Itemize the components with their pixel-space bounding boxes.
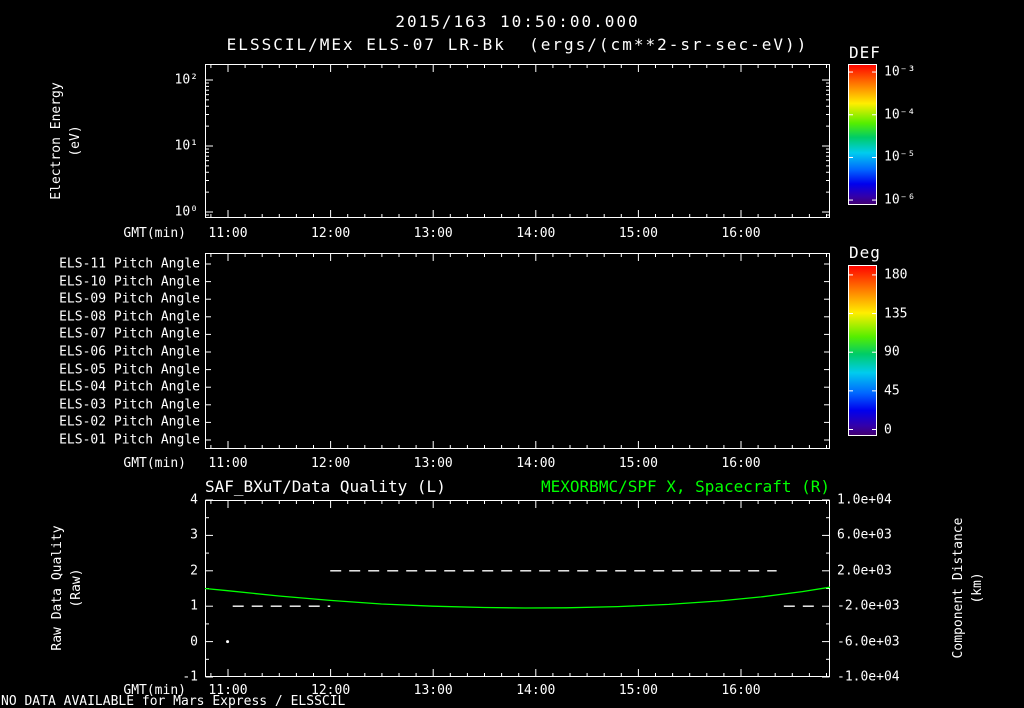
- x-tick-label: 15:00: [618, 456, 658, 471]
- time-tick-labels-1: 11:00 12:00 13:00 14:00 15:00 16:00: [205, 226, 830, 241]
- y-tick-label: 135: [884, 306, 908, 322]
- y-tick-label: 10⁻³: [884, 64, 916, 80]
- y-tick-label: 0: [190, 634, 198, 650]
- deg-colorbar-frame: [848, 265, 877, 436]
- x-tick-label: 14:00: [516, 683, 556, 698]
- y-tick-label: 90: [884, 344, 900, 360]
- y-tick-label: 2.0e+03: [837, 563, 892, 579]
- y-tick-label: 10⁻⁴: [884, 107, 916, 123]
- y-tick-label: -6.0e+03: [837, 634, 900, 650]
- x-tick-label: 13:00: [413, 226, 453, 241]
- x-tick-label: 12:00: [311, 226, 351, 241]
- gmt-axis-label-1: GMT(min): [123, 226, 186, 241]
- quality-axis-label: Raw Data Quality (Raw): [50, 525, 84, 651]
- y-tick-label: 1: [190, 598, 198, 614]
- x-tick-label: 12:00: [311, 456, 351, 471]
- right-series-title: MEXORBMC/SPF X, Spacecraft (R): [541, 477, 830, 496]
- y-tick-label: 10²: [174, 72, 198, 88]
- energy-spectrogram-panel: [205, 64, 830, 218]
- quality-distance-panel: [204, 499, 831, 678]
- y-tick-label: 10⁻⁵: [884, 149, 916, 165]
- deg-colorbar-tick-labels: 180 135 90 45 0: [884, 265, 946, 437]
- pitch-angle-panel: [205, 253, 830, 449]
- distance-tick-labels: 1.0e+04 6.0e+03 2.0e+03 -2.0e+03 -6.0e+03 -1.…: [837, 493, 909, 685]
- bottom-panel-titles: SAF_BXuT/Data Quality (L) MEXORBMC/SPF X…: [205, 477, 830, 496]
- y-tick-label: ELS-10 Pitch Angle: [59, 274, 200, 290]
- x-tick-label: 13:00: [413, 683, 453, 698]
- energy-tick-labels: 10² 10¹ 10⁰: [130, 64, 198, 220]
- y-tick-label: -2.0e+03: [837, 598, 900, 614]
- y-tick-label: ELS-09 Pitch Angle: [59, 291, 200, 307]
- y-tick-label: ELS-04 Pitch Angle: [59, 379, 200, 395]
- distance-axis-label: Component Distance (km): [951, 517, 985, 659]
- x-tick-label: 16:00: [721, 456, 761, 471]
- y-tick-label: ELS-01 Pitch Angle: [59, 432, 200, 448]
- y-tick-label: 180: [884, 267, 908, 283]
- status-message: NO DATA AVAILABLE for Mars Express / ELS…: [1, 694, 346, 708]
- def-colorbar-frame: [848, 64, 877, 205]
- timestamp-title: 2015/163 10:50:00.000: [395, 12, 640, 31]
- gmt-axis-label-2: GMT(min): [123, 456, 186, 471]
- y-tick-label: ELS-05 Pitch Angle: [59, 362, 200, 378]
- x-tick-label: 13:00: [413, 456, 453, 471]
- x-tick-label: 14:00: [516, 226, 556, 241]
- y-tick-label: 0: [884, 422, 892, 437]
- x-tick-label: 14:00: [516, 456, 556, 471]
- x-tick-label: 15:00: [618, 226, 658, 241]
- y-tick-label: ELS-06 Pitch Angle: [59, 344, 200, 360]
- plot-title: ELSSCIL/MEx ELS-07 LR-Bk (ergs/(cm**2-sr…: [226, 35, 809, 54]
- y-tick-label: ELS-08 Pitch Angle: [59, 309, 200, 325]
- y-tick-label: 4: [190, 492, 198, 508]
- left-series-title: SAF_BXuT/Data Quality (L): [205, 477, 446, 496]
- def-colorbar-title: DEF: [849, 43, 881, 62]
- energy-axis-label: Electron Energy (eV): [49, 82, 83, 200]
- quality-tick-labels: 4 3 2 1 0 -1: [150, 493, 198, 685]
- x-tick-label: 15:00: [618, 683, 658, 698]
- y-tick-label: 2: [190, 563, 198, 579]
- y-tick-label: ELS-02 Pitch Angle: [59, 414, 200, 430]
- pitch-row-labels: ELS-11 Pitch Angle ELS-10 Pitch Angle ELS-…: [40, 253, 200, 449]
- y-tick-label: 1.0e+04: [837, 492, 892, 508]
- y-tick-label: ELS-03 Pitch Angle: [59, 397, 200, 413]
- y-tick-label: 45: [884, 383, 900, 399]
- y-tick-label: 6.0e+03: [837, 527, 892, 543]
- def-colorbar: [848, 64, 877, 205]
- x-tick-label: 11:00: [208, 456, 248, 471]
- def-colorbar-tick-labels: 10⁻³ 10⁻⁴ 10⁻⁵ 10⁻⁶: [884, 64, 946, 208]
- y-tick-label: ELS-07 Pitch Angle: [59, 326, 200, 342]
- deg-colorbar: [848, 265, 877, 436]
- x-tick-label: 16:00: [721, 683, 761, 698]
- y-tick-label: -1.0e+04: [837, 669, 900, 685]
- x-tick-label: 11:00: [208, 226, 248, 241]
- y-tick-label: 3: [190, 527, 198, 543]
- plot-window: 2015/163 10:50:00.000 ELSSCIL/MEx ELS-07…: [0, 0, 1024, 708]
- y-tick-label: 10¹: [174, 138, 198, 154]
- x-tick-label: 16:00: [721, 226, 761, 241]
- y-tick-label: 10⁰: [174, 204, 198, 220]
- y-tick-label: ELS-11 Pitch Angle: [59, 256, 200, 272]
- y-tick-label: 10⁻⁶: [884, 192, 916, 208]
- time-tick-labels-2: 11:00 12:00 13:00 14:00 15:00 16:00: [205, 456, 830, 471]
- deg-colorbar-title: Deg: [849, 243, 881, 262]
